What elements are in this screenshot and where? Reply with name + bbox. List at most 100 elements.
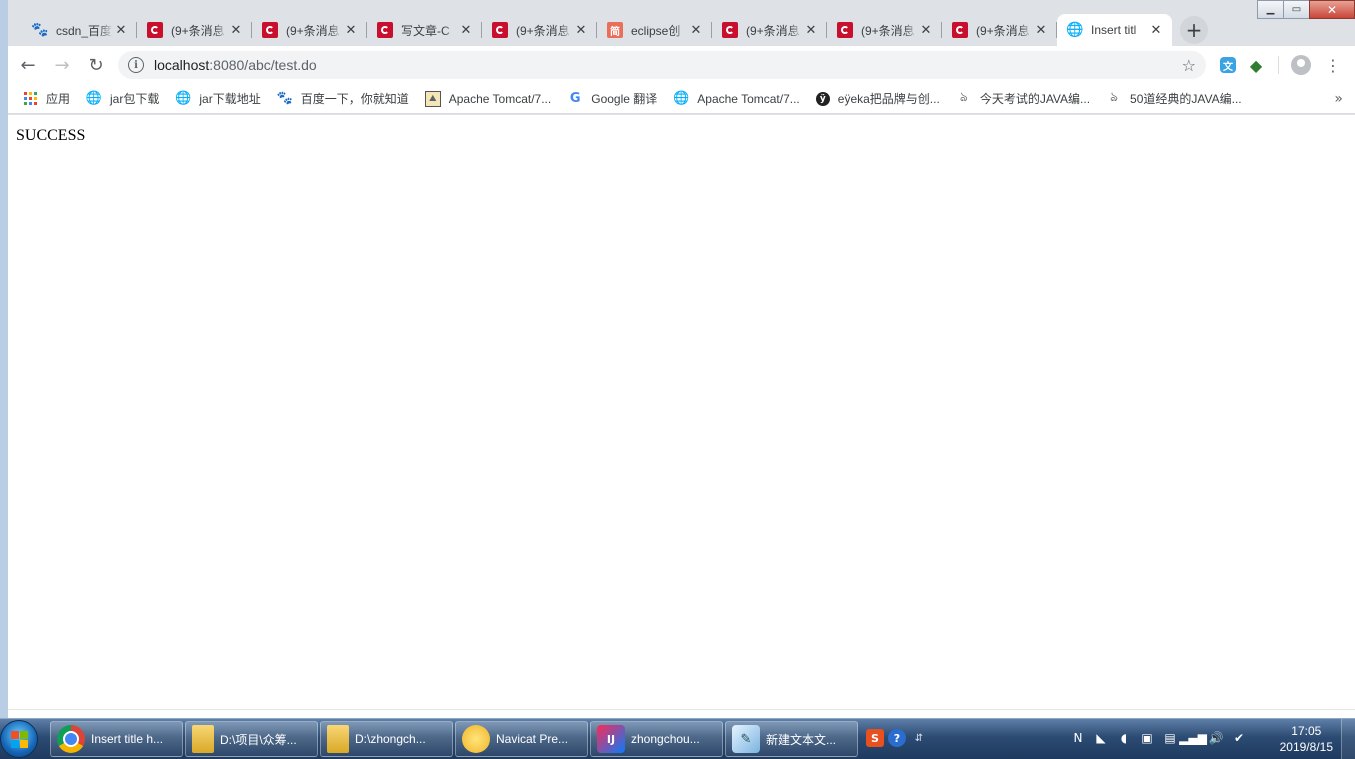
forward-button[interactable]: → bbox=[48, 51, 76, 79]
taskbar-clock[interactable]: 17:05 2019/8/15 bbox=[1280, 723, 1333, 755]
taskbar: Insert title h... D:\项目\众筹... D:\zhongch… bbox=[0, 718, 1355, 759]
minimize-button[interactable]: ▁ bbox=[1257, 0, 1284, 19]
bookmark-label: Google 翻译 bbox=[591, 92, 658, 106]
close-tab-icon[interactable]: ✕ bbox=[458, 23, 474, 38]
back-button[interactable]: ← bbox=[14, 51, 42, 79]
taskbar-item-explorer[interactable]: D:\项目\众筹... bbox=[185, 721, 318, 757]
antivirus-tray-icon[interactable]: ◣ bbox=[1091, 729, 1111, 747]
new-tab-button[interactable]: + bbox=[1180, 16, 1208, 44]
tab-csdn-messages[interactable]: (9+条消息 ✕ bbox=[482, 14, 597, 46]
bookmark-label: eÿeka把品牌与创... bbox=[837, 92, 940, 106]
tab-strip: 🐾 csdn_百度 ✕ (9+条消息 ✕ (9+条消息 ✕ 写文章-C ✕ (9… bbox=[8, 0, 1355, 46]
tab-csdn-messages[interactable]: (9+条消息 ✕ bbox=[712, 14, 827, 46]
close-tab-icon[interactable]: ✕ bbox=[228, 23, 244, 38]
snake-icon: ঌ bbox=[1110, 90, 1118, 105]
url-text[interactable]: localhost:8080/abc/test.do bbox=[154, 57, 317, 73]
page-bottom-divider bbox=[8, 709, 1355, 710]
csdn-icon bbox=[952, 22, 968, 38]
tab-csdn-messages[interactable]: (9+条消息 ✕ bbox=[252, 14, 367, 46]
close-tab-icon[interactable]: ✕ bbox=[573, 23, 589, 38]
taskbar-item-label: zhongchou... bbox=[631, 732, 700, 746]
clipboard-icon[interactable]: ▤ bbox=[1160, 729, 1180, 747]
sogou-input-icon[interactable]: S bbox=[866, 729, 884, 747]
start-button[interactable] bbox=[0, 720, 38, 758]
bookmark-apps[interactable]: 应用 bbox=[22, 90, 70, 107]
onenote-tray-icon[interactable]: N bbox=[1068, 729, 1088, 747]
tab-csdn-messages[interactable]: (9+条消息 ✕ bbox=[137, 14, 252, 46]
chrome-icon bbox=[57, 725, 85, 753]
close-tab-icon[interactable]: ✕ bbox=[343, 23, 359, 38]
bookmark-item[interactable]: ঌ 今天考试的JAVA编... bbox=[956, 90, 1090, 107]
bookmark-item[interactable]: 🌐 jar包下载 bbox=[86, 90, 159, 107]
close-tab-icon[interactable]: ✕ bbox=[1033, 23, 1049, 38]
profile-avatar[interactable] bbox=[1291, 55, 1311, 75]
tab-csdn-write[interactable]: 写文章-C ✕ bbox=[367, 14, 482, 46]
extension-translate-icon[interactable]: 文 bbox=[1220, 57, 1236, 73]
clock-date: 2019/8/15 bbox=[1279, 740, 1333, 754]
network-signal-icon[interactable]: ▂▄▆ bbox=[1179, 729, 1207, 747]
url-path: :8080/abc/test.do bbox=[209, 57, 317, 73]
bookmarks-overflow-icon[interactable]: » bbox=[1334, 91, 1343, 107]
address-bar[interactable]: i localhost:8080/abc/test.do ☆ bbox=[118, 51, 1206, 79]
bookmark-item[interactable]: 🐾 百度一下，你就知道 bbox=[277, 90, 409, 107]
tomcat-icon: ⛰ bbox=[424, 90, 441, 107]
bookmark-item[interactable]: 🌐 Apache Tomcat/7... bbox=[673, 91, 800, 107]
help-icon[interactable]: ? bbox=[888, 729, 906, 747]
tab-csdn-baidu[interactable]: 🐾 csdn_百度 ✕ bbox=[22, 14, 137, 46]
bookmark-label: jar包下载 bbox=[110, 92, 160, 106]
bookmark-item[interactable]: ÿ eÿeka把品牌与创... bbox=[815, 90, 940, 107]
extension-globe-icon[interactable]: ◆ bbox=[1244, 53, 1268, 77]
taskbar-item-explorer[interactable]: D:\zhongch... bbox=[320, 721, 453, 757]
taskbar-item-label: Insert title h... bbox=[91, 732, 164, 746]
taskbar-item-notepad[interactable]: ✎ 新建文本文... bbox=[725, 721, 858, 757]
bookmark-item[interactable]: ⛰ Apache Tomcat/7... bbox=[424, 90, 551, 107]
tab-title: (9+条消息 bbox=[976, 23, 1030, 38]
navicat-icon bbox=[462, 725, 490, 753]
tab-title: (9+条消息 bbox=[286, 23, 340, 38]
baidu-paw-icon: 🐾 bbox=[276, 91, 293, 106]
bookmark-item[interactable]: ঌ 50道经典的JAVA编... bbox=[1106, 90, 1242, 107]
taskbar-item-intellij[interactable]: IJ zhongchou... bbox=[590, 721, 723, 757]
taskbar-item-chrome[interactable]: Insert title h... bbox=[50, 721, 183, 757]
tab-title: csdn_百度 bbox=[56, 23, 113, 38]
tab-csdn-messages[interactable]: (9+条消息 ✕ bbox=[827, 14, 942, 46]
folder-icon bbox=[327, 725, 349, 753]
maximize-button[interactable]: ▭ bbox=[1283, 0, 1310, 19]
windows-logo-icon bbox=[10, 730, 28, 748]
tab-jianshu-eclipse[interactable]: 简 eclipse创 ✕ bbox=[597, 14, 712, 46]
window-controls: ▁ ▭ ✕ bbox=[1257, 0, 1355, 20]
toolbar-divider bbox=[1278, 56, 1279, 74]
page-content: SUCCESS bbox=[8, 115, 1355, 718]
bookmark-star-icon[interactable]: ☆ bbox=[1182, 56, 1196, 75]
tab-title: (9+条消息 bbox=[171, 23, 225, 38]
csdn-icon bbox=[377, 22, 393, 38]
volume-icon[interactable]: 🔊 bbox=[1206, 729, 1226, 747]
bookmark-item[interactable]: G Google 翻译 bbox=[567, 90, 657, 107]
eyeka-icon: ÿ bbox=[815, 91, 830, 106]
taskbar-item-label: D:\项目\众筹... bbox=[220, 732, 297, 747]
tab-title: (9+条消息 bbox=[861, 23, 915, 38]
bookmark-item[interactable]: 🌐 jar下载地址 bbox=[175, 90, 260, 107]
csdn-icon bbox=[147, 22, 163, 38]
monitor-icon[interactable]: ▣ bbox=[1137, 729, 1157, 747]
reload-button[interactable]: ↻ bbox=[82, 51, 110, 79]
tab-insert-title-active[interactable]: 🌐 Insert titl ✕ bbox=[1057, 14, 1172, 46]
tab-title: Insert titl bbox=[1091, 23, 1137, 37]
close-tab-icon[interactable]: ✕ bbox=[918, 23, 934, 38]
language-bar-restore-icon[interactable]: ⇵ bbox=[910, 729, 928, 747]
taskbar-item-navicat[interactable]: Navicat Pre... bbox=[455, 721, 588, 757]
close-tab-icon[interactable]: ✕ bbox=[113, 23, 129, 38]
tab-list: 🐾 csdn_百度 ✕ (9+条消息 ✕ (9+条消息 ✕ 写文章-C ✕ (9… bbox=[22, 14, 1208, 46]
show-desktop-button[interactable] bbox=[1341, 719, 1355, 759]
menu-dots-icon[interactable]: ⋮ bbox=[1325, 56, 1341, 75]
csdn-icon bbox=[722, 22, 738, 38]
close-tab-icon[interactable]: ✕ bbox=[1148, 23, 1164, 38]
security-shield-icon[interactable]: ✔ bbox=[1229, 729, 1249, 747]
speaker-small-icon[interactable]: ◖ bbox=[1114, 729, 1134, 747]
close-tab-icon[interactable]: ✕ bbox=[803, 23, 819, 38]
globe-icon: 🌐 bbox=[1066, 22, 1084, 38]
close-tab-icon[interactable]: ✕ bbox=[688, 23, 704, 38]
site-info-icon[interactable]: i bbox=[128, 57, 144, 73]
close-window-button[interactable]: ✕ bbox=[1309, 0, 1355, 19]
tab-csdn-messages[interactable]: (9+条消息 ✕ bbox=[942, 14, 1057, 46]
